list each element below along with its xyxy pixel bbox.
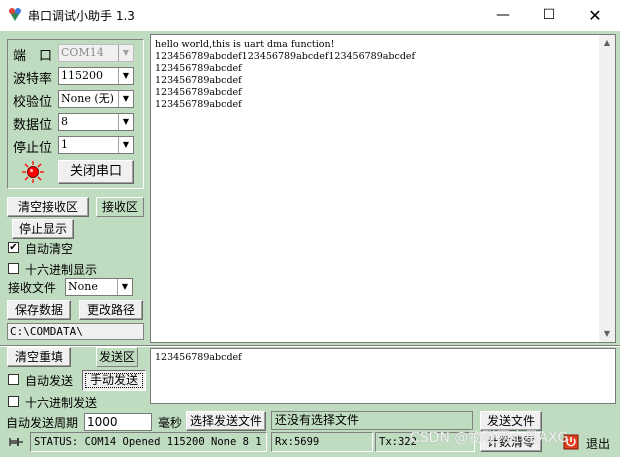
baud-label: 波特率 <box>13 72 53 87</box>
receive-file-format-select[interactable]: None ▼ <box>65 278 133 296</box>
receive-file-label: 接收文件 <box>8 281 57 295</box>
hex-send-checkbox[interactable] <box>8 396 19 407</box>
chevron-down-icon: ▼ <box>118 68 133 84</box>
client-area: 端 口 COM14 ▼ 波特率 115200 ▼ 校验位 None (无) ▼ … <box>0 31 620 457</box>
clear-receive-button[interactable]: 清空接收区 <box>7 197 89 217</box>
auto-clear-label: 自动清空 <box>25 242 74 256</box>
send-area-label: 发送区 <box>96 347 138 367</box>
receive-line: hello world,this is uart dma function! <box>155 39 335 50</box>
receive-line: 123456789abcdef123456789abcdef123456789a… <box>155 51 416 62</box>
chevron-down-icon: ▼ <box>118 137 133 153</box>
receive-scrollbar[interactable]: ▲ ▼ <box>599 35 615 342</box>
databits-label: 数据位 <box>13 118 53 133</box>
hex-display-checkbox[interactable] <box>8 263 19 274</box>
exit-label[interactable]: 退出 <box>586 435 610 452</box>
minimize-button[interactable]: — <box>480 0 526 31</box>
databits-select[interactable]: 8 ▼ <box>58 113 134 131</box>
send-text-content: 123456789abcdef <box>155 352 242 363</box>
scroll-up-arrow-icon[interactable]: ▲ <box>599 35 615 51</box>
auto-send-label: 自动发送 <box>25 374 74 388</box>
separator <box>0 345 620 347</box>
window-title: 串口调试小助手 1.3 <box>28 9 135 23</box>
parity-select[interactable]: None (无) ▼ <box>58 90 134 108</box>
receive-line: 123456789abcdef <box>155 87 242 98</box>
receive-line: 123456789abcdef <box>155 63 242 74</box>
port-label: 端 口 <box>13 49 53 64</box>
receive-line: 123456789abcdef <box>155 75 242 86</box>
receive-text-content: hello world,this is uart dma function! 12… <box>155 39 415 111</box>
app-icon <box>9 8 21 21</box>
hex-display-label: 十六进制显示 <box>25 263 98 277</box>
databits-value: 8 <box>61 115 68 128</box>
stopbits-label: 停止位 <box>13 141 53 156</box>
close-port-button[interactable]: 关闭串口 <box>58 160 134 184</box>
stopbits-value: 1 <box>61 138 68 151</box>
receive-text-area[interactable]: hello world,this is uart dma function! 12… <box>150 34 616 343</box>
auto-send-period-label: 自动发送周期 <box>6 416 79 430</box>
parity-label: 校验位 <box>13 95 53 110</box>
stopbits-select[interactable]: 1 ▼ <box>58 136 134 154</box>
auto-clear-checkbox[interactable]: ✔ <box>8 242 19 253</box>
scroll-down-arrow-icon[interactable]: ▼ <box>599 326 615 342</box>
hex-send-label: 十六进制发送 <box>25 396 98 410</box>
period-unit-label: 毫秒 <box>158 416 183 430</box>
receive-file-format-value: None <box>68 280 98 293</box>
stop-display-button[interactable]: 停止显示 <box>12 219 74 239</box>
baud-value: 115200 <box>61 69 103 82</box>
port-value: COM14 <box>61 46 104 59</box>
parity-value: None (无) <box>61 92 114 105</box>
change-path-button[interactable]: 更改路径 <box>79 300 143 320</box>
chevron-down-icon: ▼ <box>118 91 133 107</box>
auto-send-period-input[interactable]: 1000 <box>84 413 152 431</box>
status-text: STATUS: COM14 Opened 115200 None 8 1 <box>30 432 267 452</box>
maximize-button[interactable]: ☐ <box>526 0 572 31</box>
rx-count: Rx:5699 <box>271 432 373 452</box>
receive-line: 123456789abcdef <box>155 99 242 110</box>
clear-send-button[interactable]: 清空重填 <box>7 347 71 367</box>
receive-path-field: C:\COMDATA\ <box>7 323 144 340</box>
manual-send-button[interactable]: 手动发送 <box>82 370 146 391</box>
port-status-lamp-icon <box>22 161 44 183</box>
chevron-down-icon: ▼ <box>118 114 133 130</box>
chevron-down-icon: ▼ <box>117 279 132 295</box>
choose-send-file-button[interactable]: 选择发送文件 <box>186 411 266 431</box>
title-bar: 串口调试小助手 1.3 — ☐ ✕ <box>0 0 620 31</box>
pin-icon[interactable] <box>8 434 24 450</box>
close-button[interactable]: ✕ <box>572 0 618 31</box>
auto-send-checkbox[interactable] <box>8 374 19 385</box>
port-select[interactable]: COM14 ▼ <box>58 44 134 62</box>
receive-area-label: 接收区 <box>96 197 144 217</box>
baud-select[interactable]: 115200 ▼ <box>58 67 134 85</box>
send-text-area[interactable]: 123456789abcdef <box>150 348 616 404</box>
chevron-down-icon: ▼ <box>118 45 133 61</box>
save-data-button[interactable]: 保存数据 <box>7 300 71 320</box>
watermark: CSDN @物联网小星AXG <box>410 430 569 446</box>
